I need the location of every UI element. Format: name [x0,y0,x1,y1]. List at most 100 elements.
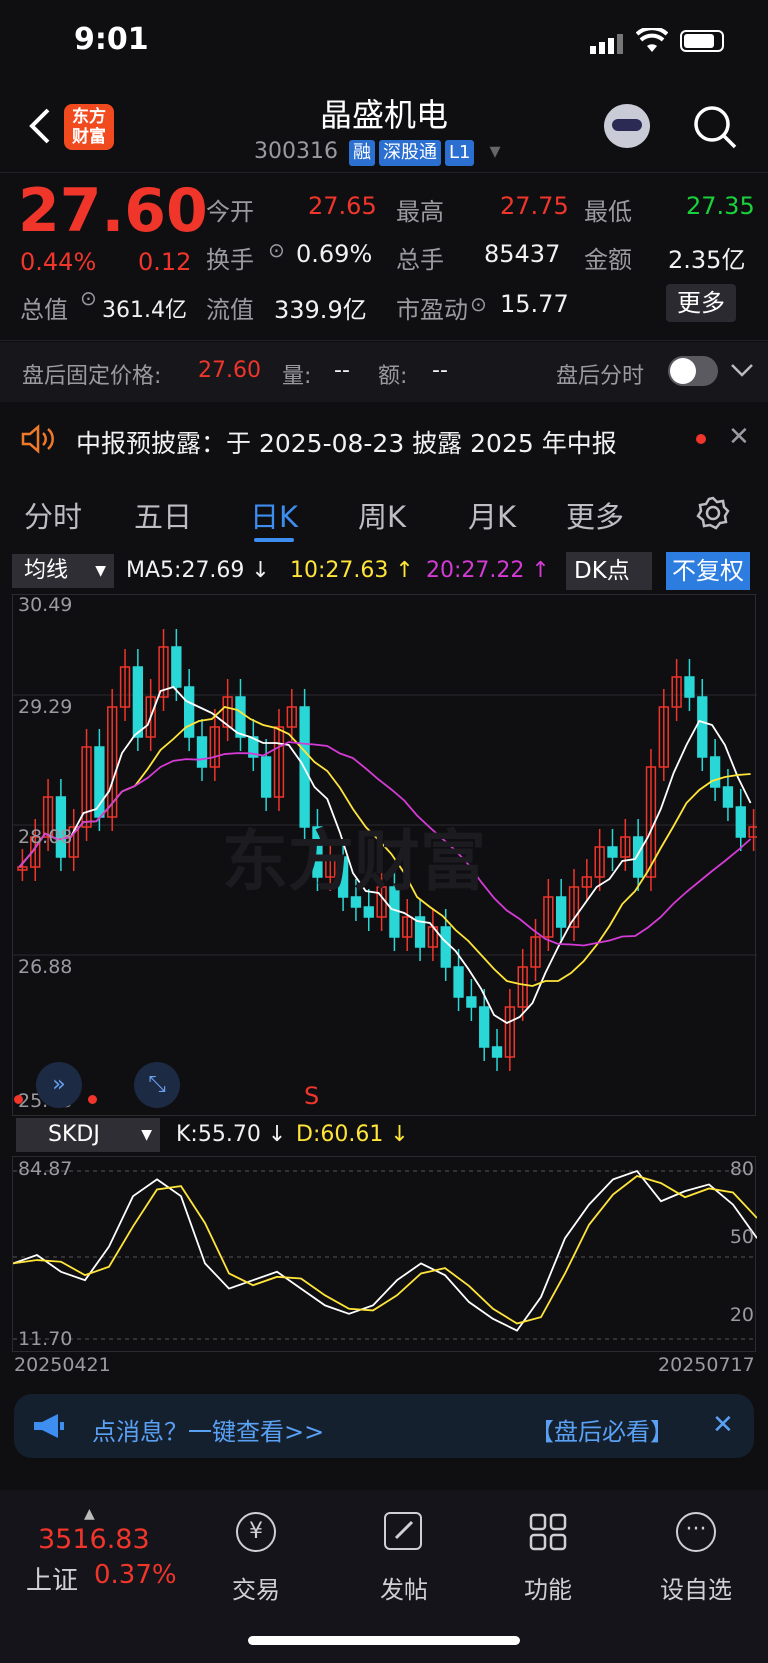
tab-intraday[interactable]: 分时 [24,494,82,536]
trade-yen-icon[interactable]: ¥ [236,1512,276,1552]
settings-gear-icon[interactable] [696,496,730,534]
candle-body [235,696,246,738]
after-hours-intraday-label: 盘后分时 [556,364,645,389]
chevron-down-icon[interactable] [730,360,754,384]
skdj-chart[interactable] [12,1156,757,1352]
tab-monthly-k[interactable]: 月K [468,494,516,536]
skdj-y-80: 80 [729,1158,754,1180]
post-edit-icon[interactable] [384,1512,422,1550]
stat-high-value: 27.75 [500,192,569,220]
info-icon[interactable]: ⊙ [80,286,97,310]
home-indicator [248,1636,520,1645]
stat-volume-value: 85437 [484,240,561,268]
nav-watchlist[interactable]: 设自选 [656,1570,736,1605]
stat-mktcap-label: 总值 [20,296,68,324]
functions-grid-icon[interactable] [528,1512,568,1556]
candle-body [260,756,272,798]
candle-body [697,696,708,758]
nav-functions[interactable]: 功能 [508,1570,588,1605]
stat-open-value: 27.65 [308,192,377,220]
stat-mktcap-value: 361.4亿 [102,298,187,323]
after-hours-toggle[interactable] [668,356,718,386]
candle-body [466,996,477,1008]
after-hours-vol-label: 量: [282,364,312,389]
signal-icon [590,32,626,54]
candle-body [632,836,644,878]
stat-low-label: 最低 [584,198,632,226]
wifi-icon [635,26,669,58]
tab-daily-k[interactable]: 日K [250,494,298,536]
robot-assistant-icon[interactable] [604,104,650,148]
current-price: 27.60 [18,176,208,246]
y-label-top: 30.49 [18,594,73,616]
tab-more[interactable]: 更多 [566,494,624,536]
stat-pe-value: 15.77 [500,290,569,318]
change-amount: 0.12 [138,248,192,276]
search-icon[interactable] [692,104,738,154]
stat-float-value: 339.9亿 [274,296,367,324]
ma10-value: 10:27.63 ↑ [290,558,414,583]
speaker-icon [20,424,56,458]
chevron-down-icon[interactable]: ▾ [489,139,500,164]
stat-amount-value: 2.35亿 [668,246,746,274]
date-start: 20250421 [14,1354,111,1376]
banner-tag[interactable]: 【盘后必看】 [530,1412,674,1447]
candle-body [709,756,721,788]
banner-text[interactable]: 点消息？一键查看>> [92,1412,324,1447]
after-hours-amt: -- [432,358,448,383]
stock-name: 晶盛机电 [319,96,448,134]
stat-high-label: 最高 [396,198,444,226]
candle-body [132,666,144,738]
tag-shenzhen-connect: 深股通 [378,140,441,166]
skdj-y-20: 20 [729,1304,754,1326]
notice-red-dot [696,434,706,444]
tag-level: L1 [444,140,475,166]
skdj-d-value: D:60.61 ↓ [296,1122,409,1147]
nav-trade[interactable]: 交易 [216,1570,296,1605]
y-label-4: 26.88 [18,956,73,978]
red-dot-marker [14,1095,23,1104]
close-icon[interactable]: ✕ [712,1410,734,1440]
more-stats-button[interactable]: 更多 [666,284,736,322]
info-icon[interactable]: ⊙ [268,238,285,262]
battery-icon [680,30,724,52]
skdj-k-value: K:55.70 ↓ [176,1122,287,1147]
watchlist-more-icon[interactable]: ··· [676,1512,716,1552]
candle-body [684,676,695,698]
tab-active-indicator [254,538,294,542]
notice-text[interactable]: 中报预披露：于 2025-08-23 披露 2025 年中报 [76,424,617,460]
sell-marker: S [304,1082,320,1110]
status-time: 9:01 [74,22,149,57]
candle-body [171,646,182,688]
stat-turnover-label: 换手 [206,246,254,274]
expand-forward-icon[interactable]: » [36,1062,82,1108]
y-label-3: 28.08 [18,826,73,848]
dk-point-button[interactable]: DK点 [566,552,652,590]
skdj-d-line [13,1175,757,1325]
skdj-select[interactable]: SKDJ ▼ [16,1118,160,1152]
skdj-svg [13,1169,757,1340]
close-icon[interactable]: ✕ [728,422,750,452]
candle-body [556,896,567,928]
index-value[interactable]: 3516.83 [38,1524,150,1555]
tab-weekly-k[interactable]: 周K [358,494,406,536]
stat-open-label: 今开 [206,198,254,226]
adjust-button[interactable]: 不复权 [666,552,750,590]
stat-low-value: 27.35 [686,192,755,220]
stat-amount-label: 金额 [584,246,632,274]
info-icon[interactable]: ⊙ [470,292,487,316]
tab-five-day[interactable]: 五日 [134,494,192,536]
index-name[interactable]: 上证 [26,1560,78,1597]
candle-body [735,806,746,838]
nav-post[interactable]: 发帖 [364,1570,444,1605]
indicator-select[interactable]: 均线 ▼ [12,554,114,588]
index-pct[interactable]: 0.37% [94,1560,177,1590]
candle-body [607,846,618,858]
skdj-select-label: SKDJ [48,1122,100,1147]
triangle-up-icon: ▲ [84,1506,95,1522]
candle-body [94,746,105,818]
skdj-y-bottom: 11.70 [18,1328,73,1350]
fullscreen-icon[interactable]: ⤡ [134,1062,180,1108]
stat-pe-label: 市盈动 [396,296,468,324]
stat-float-label: 流值 [206,296,254,324]
